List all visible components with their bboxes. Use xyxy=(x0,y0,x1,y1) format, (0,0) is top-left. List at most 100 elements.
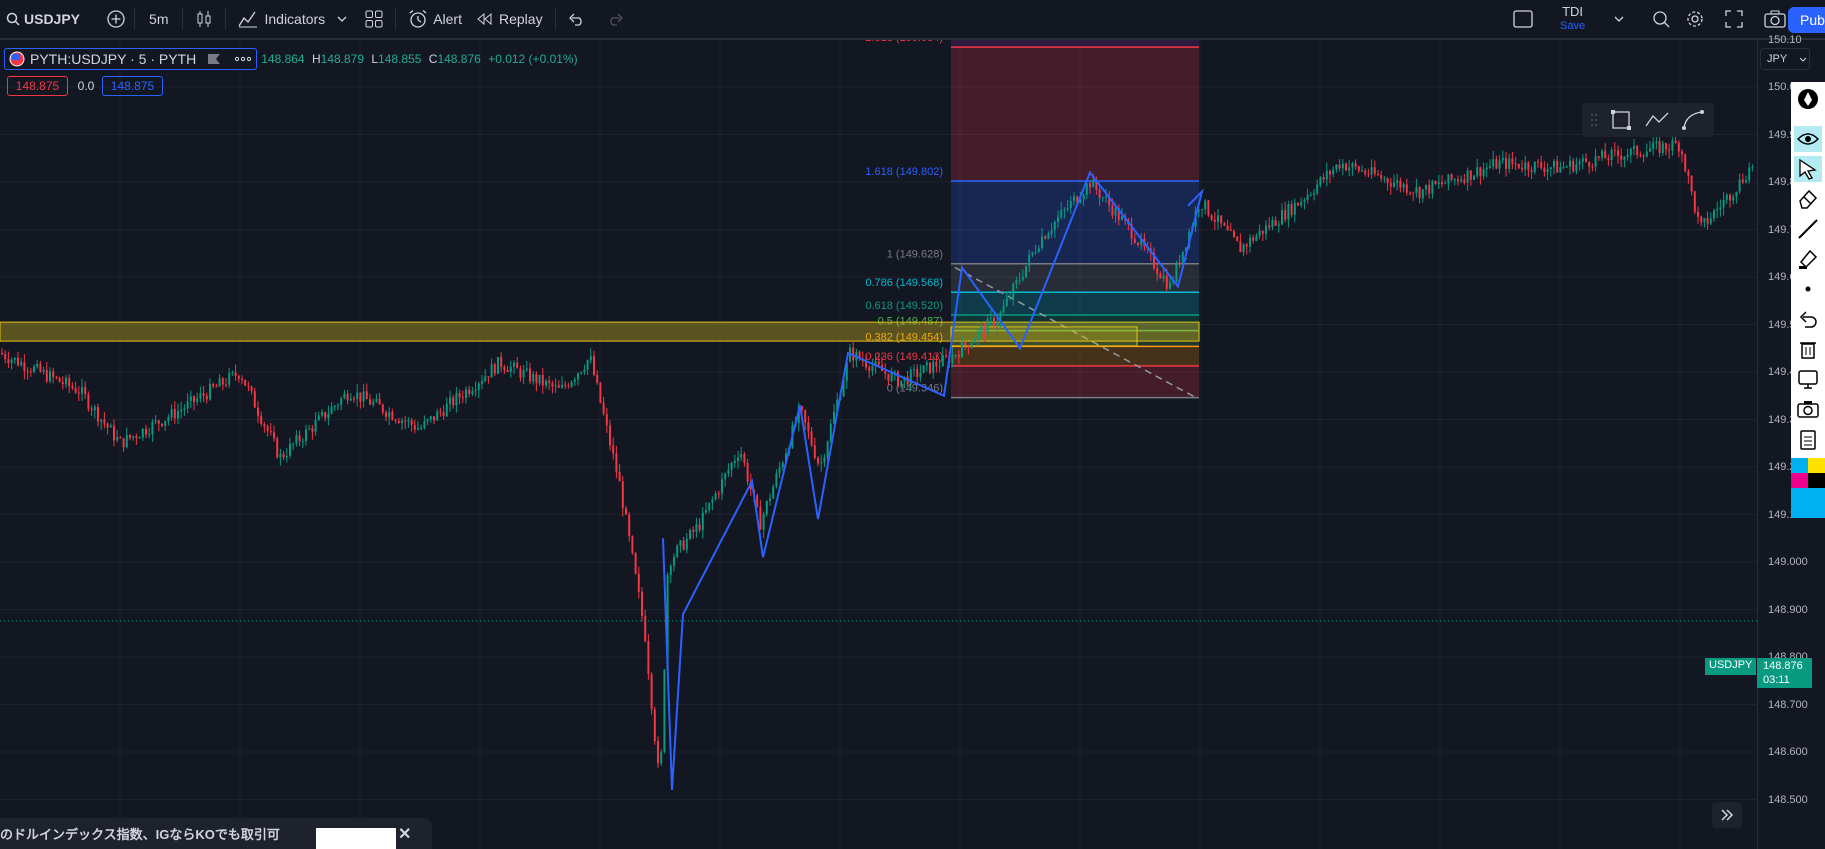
price-chart[interactable]: 2.618 (150.084) 1.618 (149.802) 1 (149.628… xyxy=(0,40,1757,849)
interval-button[interactable]: 5m xyxy=(135,0,182,39)
clipboard-icon xyxy=(1800,430,1816,450)
candle-body xyxy=(1479,167,1482,177)
dot-size-tool[interactable] xyxy=(1794,276,1822,302)
candle-body xyxy=(1415,187,1418,193)
close-icon[interactable]: ✕ xyxy=(398,824,411,844)
color-swatch-magenta[interactable] xyxy=(1791,473,1808,488)
quick-search-button[interactable] xyxy=(1643,0,1679,39)
candle-body xyxy=(1457,179,1459,182)
candle-body xyxy=(285,455,288,458)
candle-body xyxy=(1268,225,1271,228)
candle-body xyxy=(1514,163,1517,165)
candle-body xyxy=(529,368,531,382)
candle-body xyxy=(1473,175,1475,180)
candle-body xyxy=(1159,273,1162,279)
current-color[interactable] xyxy=(1791,488,1825,518)
color-swatch-black[interactable] xyxy=(1808,473,1825,488)
highlighter-icon xyxy=(1799,249,1818,269)
symbol-search[interactable]: USDJPY xyxy=(0,0,88,39)
candle-body xyxy=(1002,305,1005,313)
line-tool[interactable] xyxy=(1794,216,1822,242)
compare-button[interactable] xyxy=(98,0,134,39)
drag-handle-icon[interactable] xyxy=(1590,112,1598,128)
monitor-tool[interactable] xyxy=(1794,366,1822,392)
camera-icon xyxy=(1797,401,1819,418)
candle-body xyxy=(1533,161,1536,172)
candle-body xyxy=(1460,179,1463,182)
candle-body xyxy=(1092,179,1095,188)
replay-button[interactable]: Replay xyxy=(470,0,555,39)
low-value: 148.855 xyxy=(378,52,422,66)
candle-body xyxy=(1057,217,1059,222)
candle-body xyxy=(1693,191,1696,212)
ad-banner[interactable]: のドルインデックス指数、IGならKOでも取引可 ✕ xyxy=(0,818,432,849)
fib-level-label: 1 (149.628) xyxy=(887,249,943,261)
candle-body xyxy=(618,472,621,482)
candle-body xyxy=(113,425,115,441)
color-swatch-yellow[interactable] xyxy=(1808,458,1825,473)
candle-body xyxy=(653,709,656,742)
curve-tool-icon[interactable] xyxy=(1682,110,1704,130)
undo-button[interactable] xyxy=(556,0,596,39)
rectangle-tool-icon[interactable] xyxy=(1610,109,1632,131)
indicators-button[interactable]: Indicators xyxy=(226,0,331,39)
candle-body xyxy=(125,434,128,448)
eraser-tool[interactable] xyxy=(1794,186,1822,212)
buy-button[interactable]: 148.875 xyxy=(102,76,163,96)
undo-draw-tool[interactable] xyxy=(1794,306,1822,332)
delete-tool[interactable] xyxy=(1794,336,1822,362)
candle-body xyxy=(1482,169,1485,177)
candle-body xyxy=(1437,182,1440,184)
candle-body xyxy=(26,371,29,373)
candle-body xyxy=(698,524,701,531)
redo-button[interactable] xyxy=(596,0,636,39)
candle-body xyxy=(887,373,890,381)
alert-button[interactable]: Alert xyxy=(396,0,470,39)
chart-type-button[interactable] xyxy=(183,0,225,39)
color-palette[interactable] xyxy=(1791,458,1825,518)
indicators-dropdown[interactable] xyxy=(331,0,353,39)
candle-body xyxy=(1284,210,1287,220)
candle-body xyxy=(1642,155,1645,157)
color-swatch-cyan[interactable] xyxy=(1791,458,1808,473)
clipboard-tool[interactable] xyxy=(1794,426,1822,452)
candle-body xyxy=(1377,174,1379,176)
candle-body xyxy=(36,363,39,367)
candle-body xyxy=(116,437,119,441)
candle-body xyxy=(932,361,935,373)
candle-body xyxy=(1303,200,1306,202)
candle-body xyxy=(369,399,371,405)
candle-body xyxy=(1530,170,1533,172)
templates-button[interactable] xyxy=(353,0,395,39)
candle-body xyxy=(90,408,93,411)
candle-body xyxy=(1626,155,1629,157)
candle-body xyxy=(970,342,973,348)
cursor-tool[interactable] xyxy=(1794,156,1822,182)
more-icon[interactable] xyxy=(234,55,252,63)
layout-dropdown[interactable] xyxy=(1606,0,1632,39)
currency-select[interactable]: JPY xyxy=(1760,48,1810,70)
replay-label: Replay xyxy=(498,11,543,27)
publish-button[interactable]: Pub xyxy=(1788,7,1825,33)
settings-button[interactable] xyxy=(1677,0,1713,39)
candle-body xyxy=(1585,158,1587,162)
candle-body xyxy=(170,408,173,418)
visibility-tool[interactable] xyxy=(1794,126,1822,152)
candle-body xyxy=(1668,149,1671,151)
camera-tool[interactable] xyxy=(1794,396,1822,422)
candle-body xyxy=(532,374,535,382)
candle-body xyxy=(593,356,595,375)
grid-icon xyxy=(365,10,383,28)
highlighter-tool[interactable] xyxy=(1794,246,1822,272)
path-tool-icon[interactable] xyxy=(1644,110,1670,130)
layout-select-button[interactable] xyxy=(1505,0,1541,39)
series-legend: PYTH:USDJPY · 5 · PYTH 148.864 H148.879 … xyxy=(4,48,578,70)
candle-body xyxy=(743,453,746,463)
series-title[interactable]: PYTH:USDJPY · 5 · PYTH xyxy=(4,48,258,70)
sell-button[interactable]: 148.875 xyxy=(7,76,68,96)
expand-button[interactable] xyxy=(1712,802,1742,828)
pen-tool[interactable] xyxy=(1794,86,1822,112)
candle-body xyxy=(871,366,874,371)
save-layout-button[interactable]: TDI Save xyxy=(1552,0,1593,39)
fullscreen-button[interactable] xyxy=(1717,0,1751,39)
